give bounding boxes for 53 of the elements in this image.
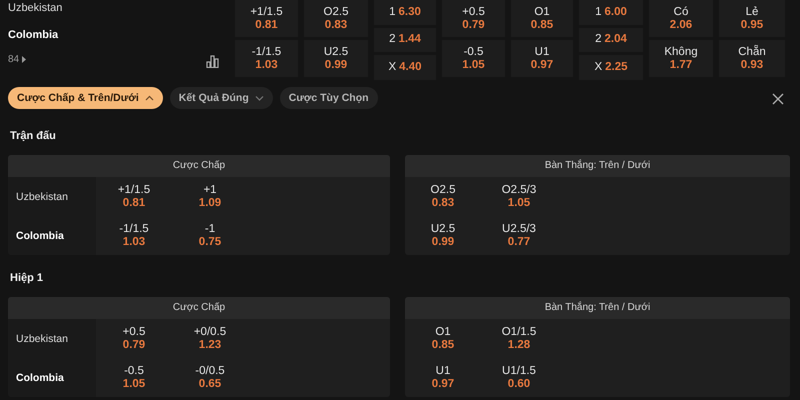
team-name: Colombia <box>8 28 60 43</box>
odds-button[interactable]: +1/1.5 0.81 <box>96 177 172 216</box>
team-name: Colombia <box>16 230 64 242</box>
odds-button[interactable]: +0.5 0.79 <box>442 0 505 37</box>
filter-tab[interactable]: Cược Chấp & Trên/Dưới <box>8 87 163 109</box>
odds-button[interactable]: U1 0.97 <box>405 358 481 397</box>
odds-button[interactable]: 2 1.44 <box>374 28 436 52</box>
team-name: Uzbekistan <box>8 1 64 16</box>
odds-button[interactable]: Không 1.77 <box>649 40 713 77</box>
odds-button[interactable]: X 2.25 <box>579 55 643 80</box>
filter-tab[interactable]: Cược Tùy Chọn <box>280 87 378 109</box>
section-title: Hiệp 1 <box>10 271 44 286</box>
odds-button[interactable]: -1 0.75 <box>172 216 248 255</box>
odds-button[interactable]: U1 0.97 <box>511 40 573 77</box>
market-title: Bàn Thắng: Trên / Dưới <box>405 155 790 177</box>
odds-button[interactable]: O1 0.85 <box>405 319 481 358</box>
odds-button[interactable]: X 4.40 <box>374 55 436 80</box>
odds-button[interactable]: U2.5/3 0.77 <box>481 216 557 255</box>
odds-button[interactable]: Chẵn 0.93 <box>719 40 785 77</box>
odds-button[interactable]: -0.5 1.05 <box>96 358 172 397</box>
team-name: Uzbekistan <box>16 332 68 344</box>
odds-button[interactable]: O2.5 0.83 <box>405 177 481 216</box>
odds-button[interactable]: Có 2.06 <box>649 0 713 37</box>
odds-button[interactable]: +1/1.5 0.81 <box>235 0 298 37</box>
caret-icon[interactable] <box>22 56 26 63</box>
odds-button[interactable]: -1/1.5 1.03 <box>235 40 298 77</box>
odds-button[interactable]: O1 0.85 <box>511 0 573 37</box>
team-name: Colombia <box>16 372 64 384</box>
odds-button[interactable]: +0.5 0.79 <box>96 319 172 358</box>
odds-button[interactable]: U1/1.5 0.60 <box>481 358 557 397</box>
odds-button[interactable]: U2.5 0.99 <box>304 40 368 77</box>
market-title: Cược Chấp <box>8 155 390 177</box>
odds-button[interactable]: -0.5 1.05 <box>442 40 505 77</box>
odds-button[interactable]: 1 6.30 <box>374 0 436 24</box>
odds-button[interactable]: 2 2.04 <box>579 28 643 52</box>
odds-button[interactable]: 1 6.00 <box>579 0 643 24</box>
section-title: Trận đấu <box>10 129 57 144</box>
odds-button[interactable]: O2.5 0.83 <box>304 0 368 37</box>
market-title: Bàn Thắng: Trên / Dưới <box>405 297 790 319</box>
odds-button[interactable]: +0/0.5 1.23 <box>172 319 248 358</box>
market-title: Cược Chấp <box>8 297 390 319</box>
odds-button[interactable]: O1/1.5 1.28 <box>481 319 557 358</box>
stats-icon[interactable] <box>206 55 219 68</box>
market-count: 84 <box>8 54 20 65</box>
odds-button[interactable]: -1/1.5 1.03 <box>96 216 172 255</box>
odds-button[interactable]: +1 1.09 <box>172 177 248 216</box>
odds-button[interactable]: U2.5 0.99 <box>405 216 481 255</box>
odds-button[interactable]: Lẻ 0.95 <box>719 0 785 37</box>
team-name: Uzbekistan <box>16 190 68 202</box>
odds-button[interactable]: O2.5/3 1.05 <box>481 177 557 216</box>
odds-button[interactable]: -0/0.5 0.65 <box>172 358 248 397</box>
close-icon[interactable] <box>772 93 784 105</box>
filter-tab[interactable]: Kết Quả Đúng <box>170 87 273 109</box>
